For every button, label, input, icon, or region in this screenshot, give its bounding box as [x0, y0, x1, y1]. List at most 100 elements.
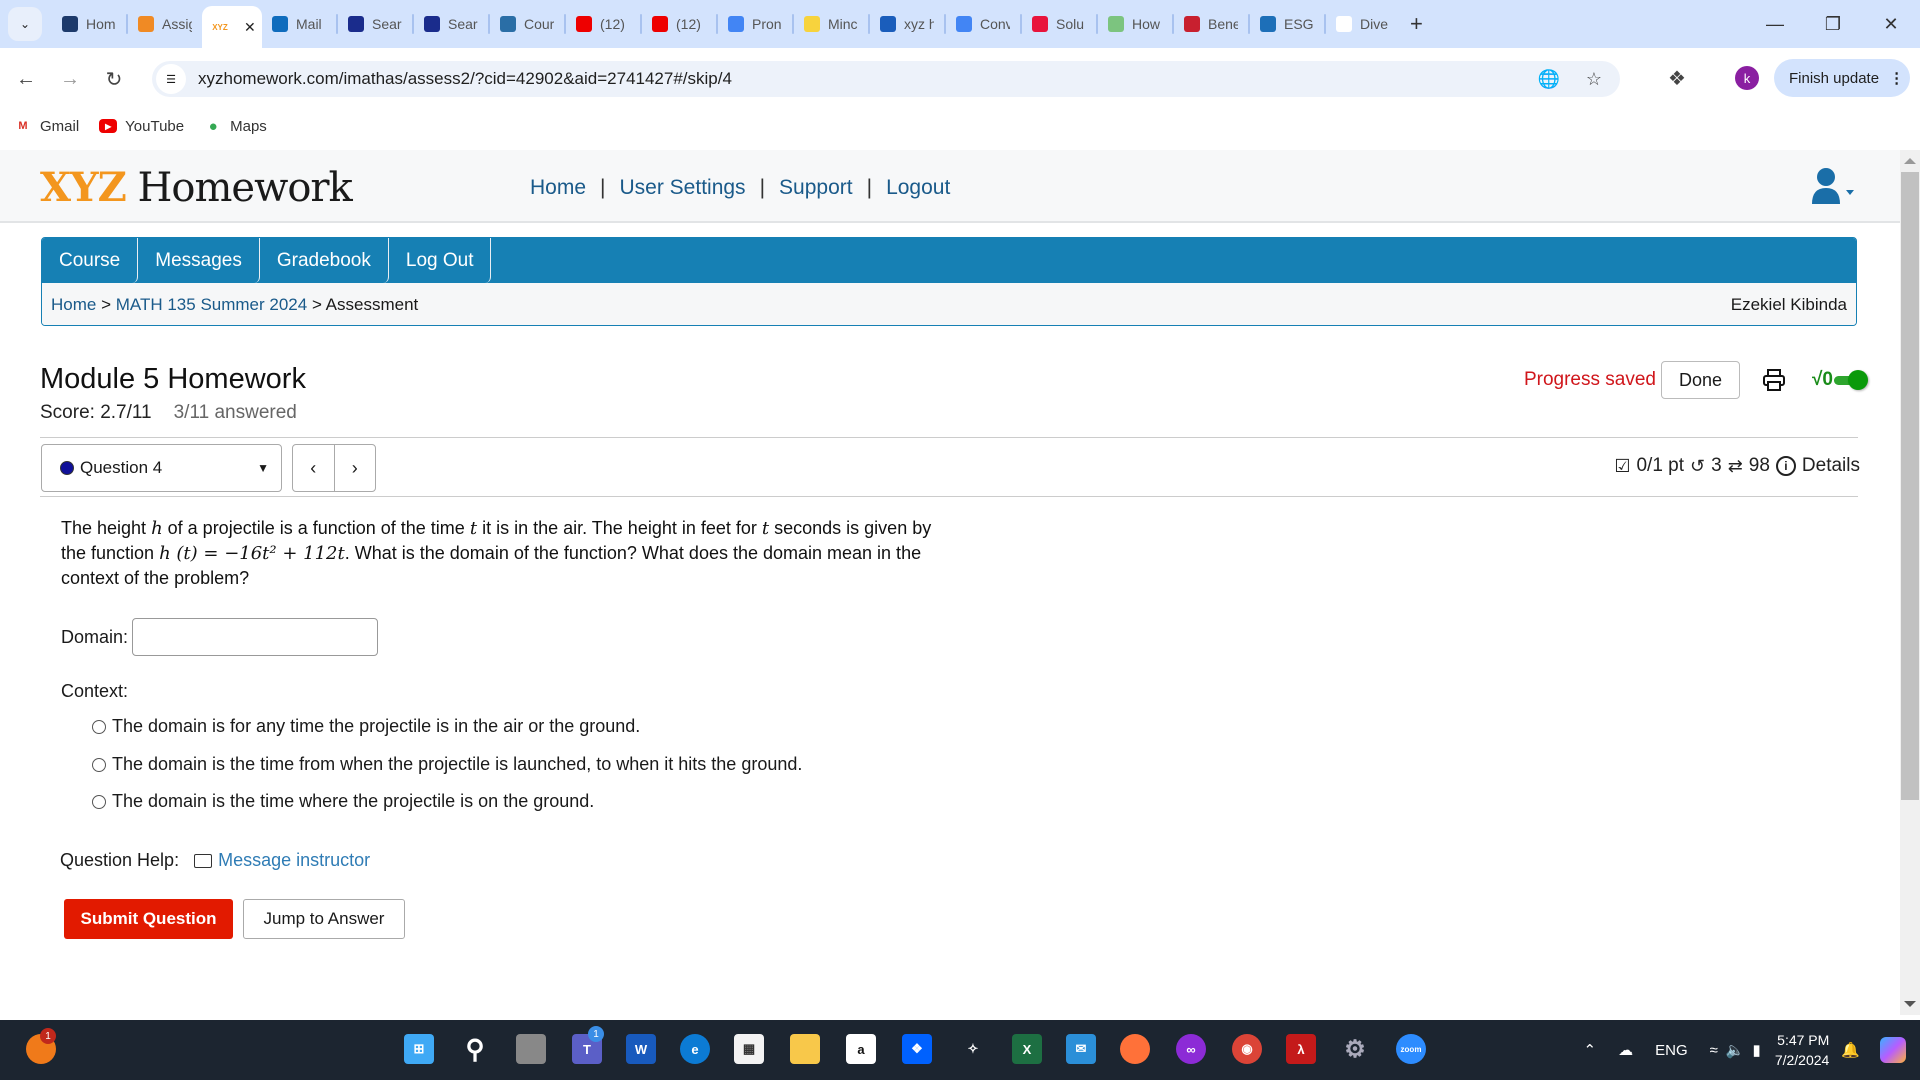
- minimize-button[interactable]: —: [1746, 14, 1804, 35]
- math-display-toggle[interactable]: √0: [1812, 369, 1868, 391]
- store-icon[interactable]: ▦: [734, 1034, 764, 1064]
- show-hidden-icons[interactable]: ⌃: [1584, 1041, 1597, 1059]
- breadcrumb-home[interactable]: Home: [51, 295, 96, 314]
- zoom-icon[interactable]: zoom: [1396, 1034, 1426, 1064]
- menu-messages[interactable]: Messages: [138, 238, 260, 283]
- jump-to-answer-button[interactable]: Jump to Answer: [243, 899, 405, 939]
- next-question-button[interactable]: ›: [335, 445, 376, 491]
- notification-bell-icon[interactable]: 🔔: [1841, 1041, 1860, 1059]
- submit-question-button[interactable]: Submit Question: [64, 899, 233, 939]
- close-window-button[interactable]: ✕: [1862, 14, 1920, 35]
- scroll-up-arrow[interactable]: [1904, 158, 1916, 164]
- browser-tab[interactable]: Sear: [338, 5, 412, 43]
- acrobat-icon[interactable]: λ: [1286, 1034, 1316, 1064]
- menu-log-out[interactable]: Log Out: [389, 238, 492, 283]
- battery-icon[interactable]: ▮: [1753, 1041, 1761, 1059]
- browser-tab[interactable]: Sear: [414, 5, 488, 43]
- answered-count: 3/11 answered: [173, 402, 297, 423]
- context-option-3[interactable]: The domain is the time where the project…: [92, 791, 594, 812]
- wifi-icon[interactable]: ≈: [1710, 1042, 1718, 1059]
- breadcrumb-course[interactable]: MATH 135 Summer 2024: [116, 295, 307, 314]
- scroll-thumb[interactable]: [1901, 172, 1919, 800]
- browser-tab[interactable]: XYZ ✕: [202, 6, 262, 48]
- bookmark-star-icon[interactable]: ☆: [1586, 69, 1602, 90]
- message-instructor-link[interactable]: Message instructor: [218, 850, 370, 871]
- task-view-icon[interactable]: [516, 1034, 546, 1064]
- radio-button[interactable]: [92, 719, 106, 734]
- onedrive-icon[interactable]: ☁: [1618, 1041, 1633, 1059]
- bookmark-youtube[interactable]: ▶ YouTube: [99, 118, 184, 135]
- topnav-logout[interactable]: Logout: [886, 176, 950, 200]
- topnav-home[interactable]: Home: [530, 176, 586, 200]
- browser-tab[interactable]: Assig: [128, 5, 202, 43]
- profile-avatar[interactable]: k: [1735, 66, 1759, 90]
- file-explorer-icon[interactable]: [790, 1034, 820, 1064]
- topnav-support[interactable]: Support: [779, 176, 853, 200]
- print-icon[interactable]: [1762, 368, 1786, 392]
- excel-icon[interactable]: X: [1012, 1034, 1042, 1064]
- question-select[interactable]: Question 4 ▼: [41, 444, 282, 492]
- menu-gradebook[interactable]: Gradebook: [260, 238, 389, 283]
- clock[interactable]: 5:47 PM 7/2/2024: [1775, 1030, 1830, 1070]
- volume-icon[interactable]: 🔈: [1726, 1041, 1745, 1059]
- back-button[interactable]: ←: [8, 68, 44, 91]
- browser-tab[interactable]: Mail: [262, 5, 336, 43]
- done-button[interactable]: Done: [1660, 361, 1740, 399]
- start-icon[interactable]: ⊞: [404, 1034, 434, 1064]
- page-scrollbar[interactable]: [1900, 150, 1920, 1015]
- restore-button[interactable]: ❐: [1804, 14, 1862, 35]
- incognito-app-icon[interactable]: ∞: [1176, 1034, 1206, 1064]
- site-logo[interactable]: XYZ Homework: [40, 164, 353, 211]
- settings-icon[interactable]: ⚙: [1340, 1034, 1370, 1064]
- browser-tab[interactable]: xyz h: [870, 5, 944, 43]
- prev-question-button[interactable]: ‹: [293, 445, 335, 491]
- radio-button[interactable]: [92, 794, 106, 809]
- site-info-icon[interactable]: ☰: [156, 64, 186, 94]
- details-link[interactable]: Details: [1802, 455, 1860, 477]
- user-menu-icon[interactable]: [1810, 166, 1856, 206]
- forward-button[interactable]: →: [52, 68, 88, 91]
- amazon-icon[interactable]: a: [846, 1034, 876, 1064]
- word-icon[interactable]: W: [626, 1034, 656, 1064]
- url-text[interactable]: xyzhomework.com/imathas/assess2/?cid=429…: [198, 69, 732, 89]
- tab-search-button[interactable]: ⌄: [8, 7, 42, 41]
- bookmark-maps[interactable]: ● Maps: [204, 118, 267, 135]
- browser-tab[interactable]: How: [1098, 5, 1172, 43]
- browser-tab[interactable]: Bene: [1174, 5, 1248, 43]
- browser-tab[interactable]: Dive: [1326, 5, 1400, 43]
- search-icon[interactable]: ⚲: [460, 1034, 490, 1064]
- browser-tab[interactable]: Conv: [946, 5, 1020, 43]
- browser-tab[interactable]: Solu: [1022, 5, 1096, 43]
- omnibox[interactable]: ☰ xyzhomework.com/imathas/assess2/?cid=4…: [152, 61, 1620, 97]
- mail-app-icon[interactable]: ✉: [1066, 1034, 1096, 1064]
- extensions-icon[interactable]: ❖: [1668, 66, 1686, 91]
- chrome-icon[interactable]: ◉: [1232, 1034, 1262, 1064]
- new-tab-button[interactable]: +: [1410, 11, 1423, 37]
- firefox-icon[interactable]: [1120, 1034, 1150, 1064]
- browser-tab[interactable]: (12): [566, 5, 640, 43]
- close-tab-icon[interactable]: ✕: [244, 19, 256, 36]
- dropbox-icon[interactable]: ❖: [902, 1034, 932, 1064]
- finish-update-button[interactable]: Finish update ⋮: [1774, 59, 1910, 97]
- reload-button[interactable]: ↻: [96, 67, 132, 92]
- copilot-icon[interactable]: [1880, 1037, 1906, 1063]
- bookmark-gmail[interactable]: M Gmail: [14, 118, 79, 135]
- browser-tab[interactable]: ESG: [1250, 5, 1324, 43]
- scroll-down-arrow[interactable]: [1904, 1001, 1916, 1007]
- domain-input[interactable]: [132, 618, 379, 656]
- browser-tab[interactable]: Pron: [718, 5, 792, 43]
- radio-button[interactable]: [92, 757, 106, 772]
- context-option-2[interactable]: The domain is the time from when the pro…: [92, 754, 802, 775]
- topnav-user-settings[interactable]: User Settings: [620, 176, 746, 200]
- menu-course[interactable]: Course: [42, 238, 139, 283]
- browser-tab[interactable]: Minc: [794, 5, 868, 43]
- browser-tab[interactable]: (12): [642, 5, 716, 43]
- context-option-1[interactable]: The domain is for any time the projectil…: [92, 716, 640, 737]
- translate-icon[interactable]: 🌐: [1537, 69, 1559, 90]
- browser-tab[interactable]: Hom: [52, 5, 126, 43]
- browser-tab[interactable]: Cour: [490, 5, 564, 43]
- edge-icon[interactable]: e: [680, 1034, 710, 1064]
- language-indicator[interactable]: ENG: [1655, 1042, 1688, 1059]
- perplexity-icon[interactable]: ✧: [958, 1034, 988, 1064]
- info-icon[interactable]: i: [1775, 456, 1796, 476]
